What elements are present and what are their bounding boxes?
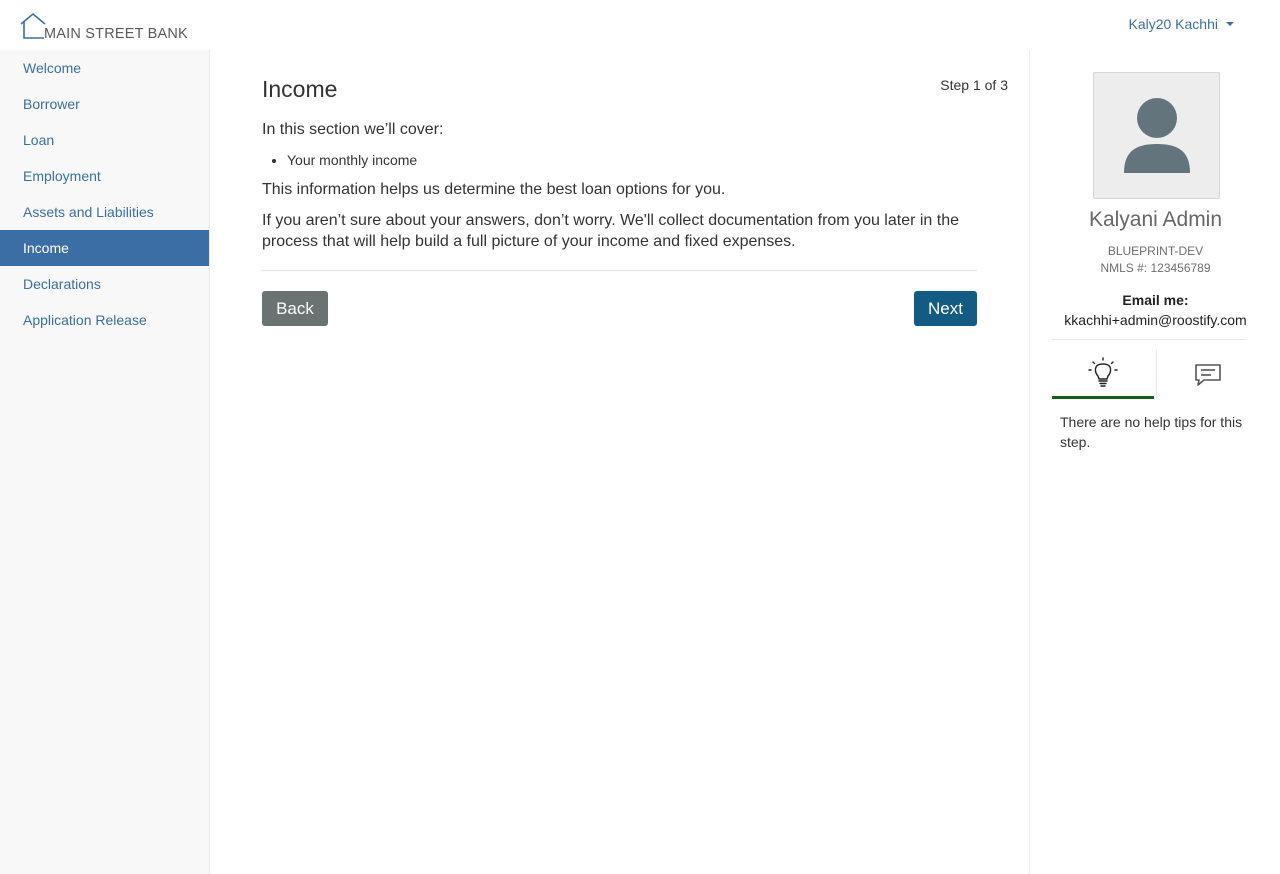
officer-company: BLUEPRINT-DEV: [1107, 244, 1204, 258]
reassurance-paragraph: If you aren’t sure about your answers, d…: [262, 212, 960, 250]
section-intro: In this section we’ll cover:: [262, 121, 444, 138]
help-tip-text: There are no help tips for this step.: [1060, 414, 1243, 450]
sidebar-item-welcome[interactable]: Welcome: [0, 50, 209, 86]
step-indicator: Step 1 of 3: [940, 77, 1008, 93]
chat-icon: [1194, 363, 1221, 386]
sidebar-item-declarations[interactable]: Declarations: [0, 266, 209, 302]
officer-email-link[interactable]: kkachhi+admin@roostify.com: [1030, 312, 1280, 328]
top-header: MAIN STREET BANK Kaly20 Kachhi: [0, 0, 1280, 50]
sidebar-item-income[interactable]: Income: [0, 230, 209, 266]
bank-logo[interactable]: MAIN STREET BANK: [20, 12, 188, 42]
email-label: Email me:: [1122, 292, 1189, 308]
loan-officer-panel: Kalyani Admin BLUEPRINT-DEV NMLS #: 1234…: [1029, 50, 1280, 874]
list-item: Your monthly income: [287, 152, 417, 168]
sidebar-nav: Welcome Borrower Loan Employment Assets …: [0, 50, 210, 874]
sidebar-item-assets-liabilities[interactable]: Assets and Liabilities: [0, 194, 209, 230]
sidebar-item-employment[interactable]: Employment: [0, 158, 209, 194]
divider: [1052, 339, 1246, 340]
sidebar-item-borrower[interactable]: Borrower: [0, 86, 209, 122]
user-silhouette-icon: [1124, 98, 1190, 173]
logo-text: MAIN STREET BANK: [44, 26, 188, 42]
officer-name: Kalyani Admin: [1088, 208, 1223, 231]
divider: [262, 270, 977, 271]
sidebar-item-loan[interactable]: Loan: [0, 122, 209, 158]
next-button[interactable]: Next: [914, 291, 977, 326]
caret-down-icon: [1226, 22, 1234, 26]
coverage-list: Your monthly income: [287, 152, 417, 168]
lightbulb-icon: [1088, 357, 1118, 387]
user-name: Kaly20 Kachhi: [1128, 16, 1218, 32]
user-menu-dropdown[interactable]: Kaly20 Kachhi: [1128, 16, 1234, 32]
officer-nmls: NMLS #: 123456789: [1100, 261, 1211, 275]
avatar: [1093, 72, 1220, 199]
info-paragraph: This information helps us determine the …: [262, 181, 726, 198]
tab-chat[interactable]: [1156, 350, 1258, 399]
house-icon: [20, 12, 46, 39]
sidebar-item-application-release[interactable]: Application Release: [0, 302, 209, 338]
back-button[interactable]: Back: [262, 291, 328, 326]
tab-help-tips[interactable]: [1052, 350, 1154, 399]
page-title: Income: [262, 76, 338, 102]
